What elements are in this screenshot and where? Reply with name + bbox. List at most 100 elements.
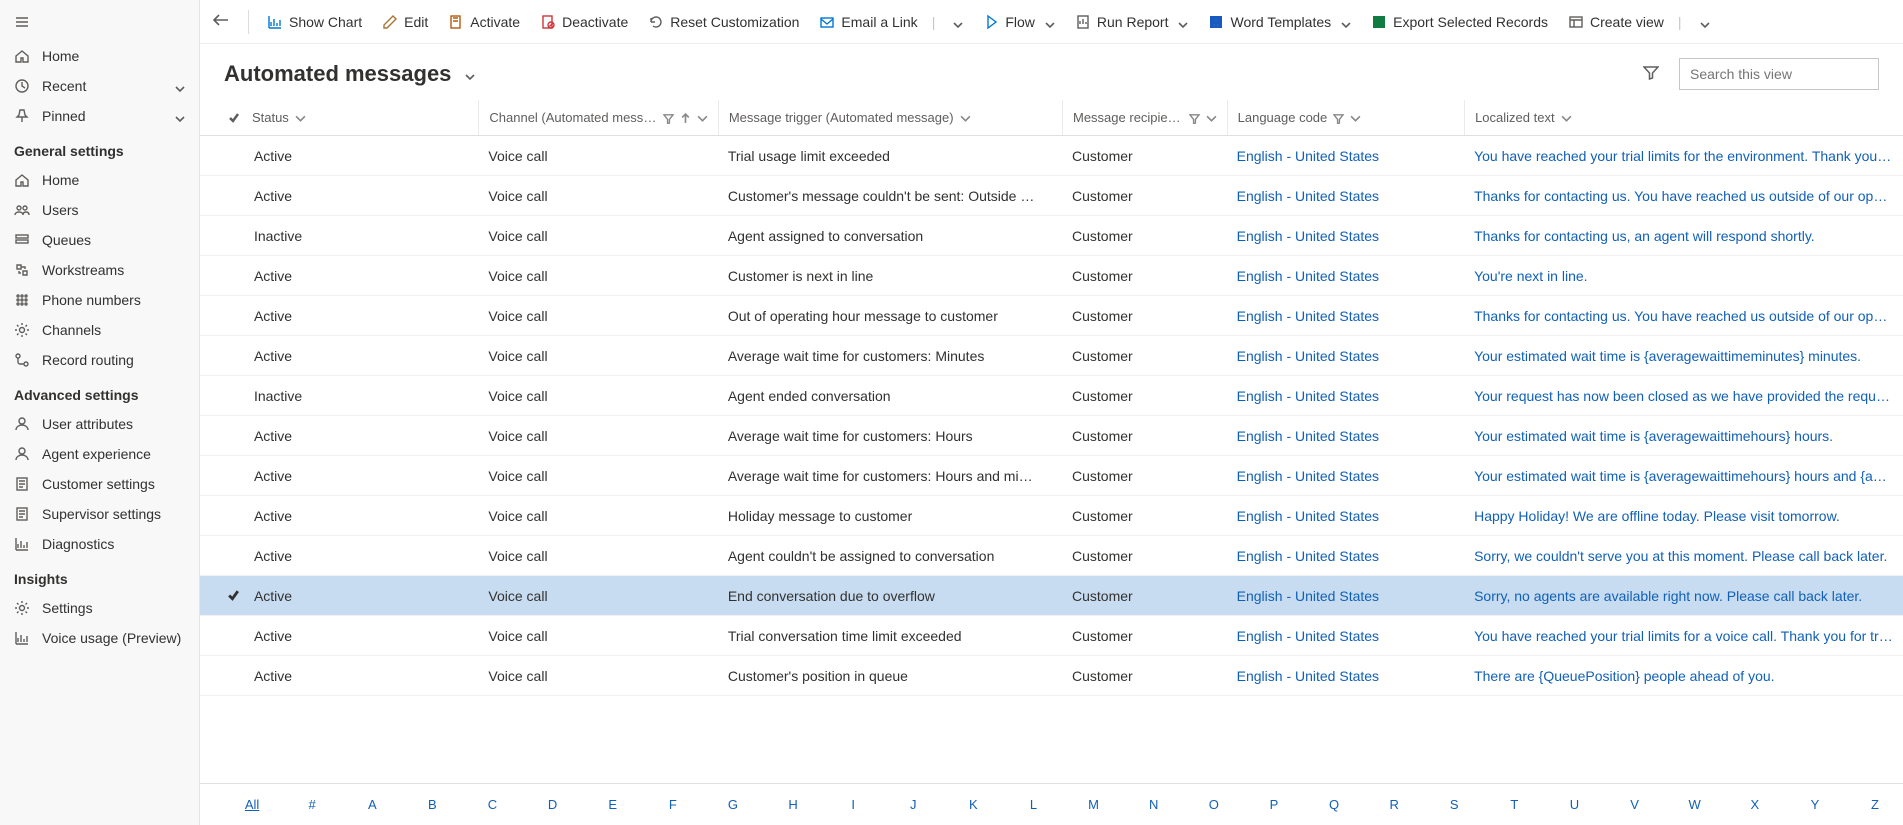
nav-item-workstreams[interactable]: Workstreams — [0, 255, 199, 285]
pager-m[interactable]: M — [1066, 797, 1122, 812]
table-row[interactable]: Active Voice call Customer's position in… — [200, 656, 1903, 696]
cell-localized[interactable]: Thanks for contacting us. You have reach… — [1464, 188, 1903, 204]
cell-language[interactable]: English - United States — [1227, 428, 1464, 444]
nav-item-queues[interactable]: Queues — [0, 225, 199, 255]
nav-item-users[interactable]: Users — [0, 195, 199, 225]
nav-item-user-attributes[interactable]: User attributes — [0, 409, 199, 439]
column-header-localized[interactable]: Localized text — [1464, 100, 1903, 135]
pager-j[interactable]: J — [885, 797, 941, 812]
cell-language[interactable]: English - United States — [1227, 228, 1464, 244]
table-row[interactable]: Active Voice call Holiday message to cus… — [200, 496, 1903, 536]
search-input[interactable] — [1690, 66, 1871, 82]
nav-item-record-routing[interactable]: Record routing — [0, 345, 199, 375]
table-row[interactable]: Active Voice call Average wait time for … — [200, 336, 1903, 376]
column-header-channel[interactable]: Channel (Automated message) — [478, 100, 717, 135]
nav-item-settings[interactable]: Settings — [0, 593, 199, 623]
nav-item-home[interactable]: Home — [0, 165, 199, 195]
table-row[interactable]: Active Voice call Agent couldn't be assi… — [200, 536, 1903, 576]
filter-button[interactable] — [1643, 65, 1659, 84]
pager-all[interactable]: All — [224, 797, 280, 812]
nav-item-recent[interactable]: Recent — [0, 71, 199, 101]
cell-localized[interactable]: There are {QueuePosition} people ahead o… — [1464, 668, 1903, 684]
edit-button[interactable]: Edit — [372, 8, 438, 36]
cell-localized[interactable]: Thanks for contacting us. You have reach… — [1464, 308, 1903, 324]
pager-a[interactable]: A — [344, 797, 400, 812]
word-templates-button[interactable]: W Word Templates — [1198, 8, 1361, 36]
pager-s[interactable]: S — [1426, 797, 1482, 812]
reset-customization-button[interactable]: Reset Customization — [638, 8, 809, 36]
cell-localized[interactable]: Your request has now been closed as we h… — [1464, 388, 1903, 404]
cell-language[interactable]: English - United States — [1227, 588, 1464, 604]
pager-l[interactable]: L — [1005, 797, 1061, 812]
pager-o[interactable]: O — [1186, 797, 1242, 812]
cell-localized[interactable]: You have reached your trial limits for t… — [1464, 148, 1903, 164]
flow-button[interactable]: Flow — [973, 8, 1065, 36]
nav-item-agent-experience[interactable]: Agent experience — [0, 439, 199, 469]
back-button[interactable] — [200, 6, 240, 37]
pager-w[interactable]: W — [1667, 797, 1723, 812]
cell-language[interactable]: English - United States — [1227, 268, 1464, 284]
pager-k[interactable]: K — [945, 797, 1001, 812]
nav-collapse-button[interactable] — [0, 6, 199, 41]
pager-t[interactable]: T — [1486, 797, 1542, 812]
table-row[interactable]: Active Voice call Customer is next in li… — [200, 256, 1903, 296]
export-selected-records-button[interactable]: X Export Selected Records — [1361, 8, 1558, 36]
pager-i[interactable]: I — [825, 797, 881, 812]
select-all[interactable] — [224, 112, 244, 124]
cell-language[interactable]: English - United States — [1227, 308, 1464, 324]
nav-item-phone-numbers[interactable]: Phone numbers — [0, 285, 199, 315]
cell-localized[interactable]: Your estimated wait time is {averagewait… — [1464, 348, 1903, 364]
nav-item-supervisor-settings[interactable]: Supervisor settings — [0, 499, 199, 529]
column-header-recipient[interactable]: Message recipient (… — [1062, 100, 1227, 135]
cell-language[interactable]: English - United States — [1227, 668, 1464, 684]
nav-item-channels[interactable]: Channels — [0, 315, 199, 345]
pager-d[interactable]: D — [525, 797, 581, 812]
table-row[interactable]: Active Voice call Out of operating hour … — [200, 296, 1903, 336]
cell-language[interactable]: English - United States — [1227, 348, 1464, 364]
row-checkbox[interactable] — [224, 589, 244, 602]
pager-g[interactable]: G — [705, 797, 761, 812]
view-selector[interactable]: Automated messages — [224, 61, 475, 87]
pager-b[interactable]: B — [404, 797, 460, 812]
cell-localized[interactable]: Your estimated wait time is {averagewait… — [1464, 428, 1903, 444]
nav-item-diagnostics[interactable]: Diagnostics — [0, 529, 199, 559]
pager-h[interactable]: H — [765, 797, 821, 812]
table-row[interactable]: Active Voice call Trial usage limit exce… — [200, 136, 1903, 176]
pager-c[interactable]: C — [464, 797, 520, 812]
show-chart-button[interactable]: Show Chart — [257, 8, 372, 36]
create-view-dropdown[interactable] — [1686, 11, 1720, 33]
cell-language[interactable]: English - United States — [1227, 188, 1464, 204]
cell-localized[interactable]: Sorry, we couldn't serve you at this mom… — [1464, 548, 1903, 564]
table-row[interactable]: Inactive Voice call Agent ended conversa… — [200, 376, 1903, 416]
cell-language[interactable]: English - United States — [1227, 508, 1464, 524]
cell-localized[interactable]: You're next in line. — [1464, 268, 1903, 284]
column-header-status[interactable]: Status — [244, 100, 478, 135]
pager-f[interactable]: F — [645, 797, 701, 812]
pager-q[interactable]: Q — [1306, 797, 1362, 812]
cell-localized[interactable]: You have reached your trial limits for a… — [1464, 628, 1903, 644]
table-row[interactable]: Active Voice call End conversation due t… — [200, 576, 1903, 616]
cell-localized[interactable]: Happy Holiday! We are offline today. Ple… — [1464, 508, 1903, 524]
column-header-trigger[interactable]: Message trigger (Automated message) — [718, 100, 1062, 135]
cell-language[interactable]: English - United States — [1227, 628, 1464, 644]
table-row[interactable]: Active Voice call Average wait time for … — [200, 456, 1903, 496]
pager-y[interactable]: Y — [1787, 797, 1843, 812]
pager-x[interactable]: X — [1727, 797, 1783, 812]
cell-localized[interactable]: Your estimated wait time is {averagewait… — [1464, 468, 1903, 484]
pager-n[interactable]: N — [1126, 797, 1182, 812]
nav-item-home[interactable]: Home — [0, 41, 199, 71]
cell-localized[interactable]: Thanks for contacting us, an agent will … — [1464, 228, 1903, 244]
cell-language[interactable]: English - United States — [1227, 468, 1464, 484]
create-view-button[interactable]: Create view — [1558, 8, 1674, 36]
run-report-button[interactable]: Run Report — [1065, 8, 1199, 36]
table-row[interactable]: Active Voice call Trial conversation tim… — [200, 616, 1903, 656]
activate-button[interactable]: Activate — [438, 8, 530, 36]
table-row[interactable]: Inactive Voice call Agent assigned to co… — [200, 216, 1903, 256]
cell-language[interactable]: English - United States — [1227, 548, 1464, 564]
cell-language[interactable]: English - United States — [1227, 148, 1464, 164]
pager-v[interactable]: V — [1607, 797, 1663, 812]
pager-#[interactable]: # — [284, 797, 340, 812]
email-a-link-button[interactable]: Email a Link — [809, 8, 927, 36]
nav-item-pinned[interactable]: Pinned — [0, 101, 199, 131]
pager-z[interactable]: Z — [1847, 797, 1903, 812]
